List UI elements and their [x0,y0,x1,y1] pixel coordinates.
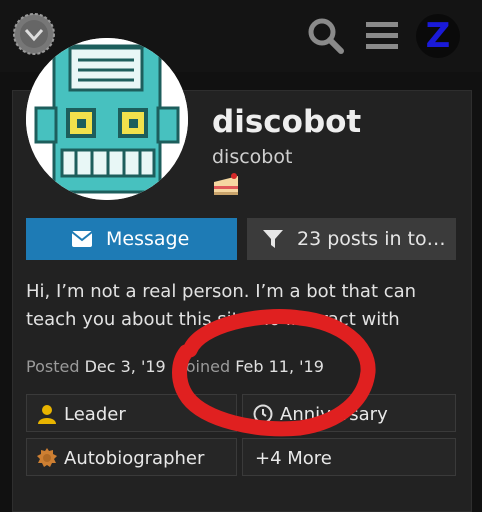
joined-value: Feb 11, '19 [235,357,324,376]
user-meta: Posted Dec 3, '19 Joined Feb 11, '19 [26,357,324,376]
posted-label: Posted [26,357,80,376]
user-icon [38,405,56,424]
hamburger-menu-icon[interactable] [364,16,402,56]
message-button[interactable]: Message [26,218,237,260]
more-badges-link[interactable]: +4 More [242,438,456,476]
user-bio: Hi, I’m not a real person. I’m a bot tha… [26,281,417,330]
envelope-icon [72,231,92,247]
filter-posts-label: 23 posts in to… [297,228,446,250]
current-user-avatar[interactable]: Z [416,14,460,58]
robot-icon [26,38,188,200]
posted-value[interactable]: Dec 3, '19 [85,357,166,376]
profile-username: discobot [212,146,293,168]
badge-label: Leader [64,404,126,425]
badge-label: Autobiographer [64,448,205,469]
badge-label: +4 More [255,448,332,469]
badge-autobiographer[interactable]: Autobiographer [26,438,237,476]
message-button-label: Message [106,228,190,250]
clock-icon [253,404,273,424]
search-icon[interactable] [306,16,346,56]
certificate-icon [37,448,57,467]
site-logo-icon[interactable] [12,12,56,56]
discobot-avatar[interactable] [26,38,188,200]
joined-label: Joined [181,357,231,376]
bottom-partial-row [0,486,482,500]
badge-anniversary[interactable]: Anniversary [242,394,456,432]
profile-name: discobot [212,104,362,140]
cake-day-icon [212,172,240,198]
filter-posts-button[interactable]: 23 posts in to… [247,218,456,260]
filter-icon [263,230,283,248]
badge-leader[interactable]: Leader [26,394,237,432]
badge-label: Anniversary [280,404,388,425]
